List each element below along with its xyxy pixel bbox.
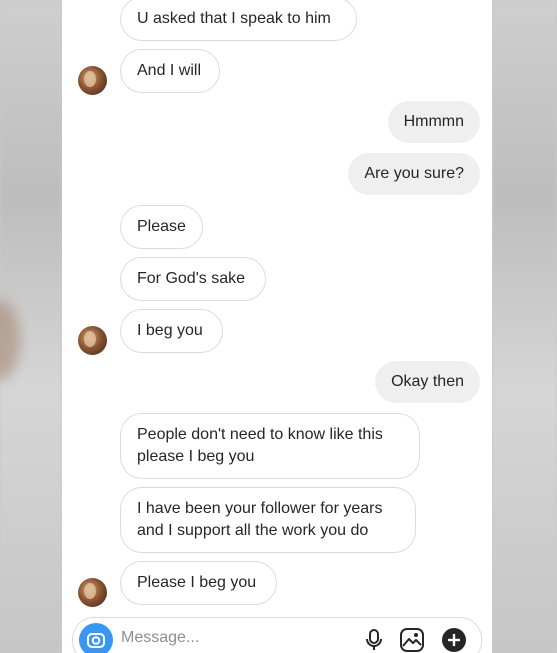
message-text: And I will (137, 62, 202, 79)
camera-icon (87, 633, 105, 648)
message-bubble-incoming[interactable]: U asked that I speak to him (120, 0, 357, 41)
message-bubble-incoming[interactable]: For God's sake (120, 257, 266, 301)
message-composer: Message... (72, 617, 482, 653)
message-bubble-outgoing[interactable]: Okay then (375, 361, 480, 403)
message-text: For God's sake (137, 270, 245, 287)
message-bubble-incoming[interactable]: I beg you (120, 309, 223, 353)
blurred-background-left (0, 0, 62, 653)
avatar[interactable] (78, 578, 107, 607)
camera-button[interactable] (79, 623, 113, 653)
chat-screen: U asked that I speak to him And I will H… (62, 0, 492, 653)
message-text: Hmmmn (403, 113, 464, 130)
message-bubble-incoming[interactable]: Please (120, 205, 203, 249)
gallery-icon[interactable] (399, 627, 425, 653)
message-text: I have been your follower for years and … (137, 500, 383, 539)
message-bubble-incoming[interactable]: I have been your follower for years and … (120, 487, 416, 553)
message-bubble-incoming[interactable]: And I will (120, 49, 220, 93)
message-bubble-outgoing[interactable]: Are you sure? (348, 153, 480, 195)
message-text: Please I beg you (137, 574, 257, 591)
message-text: U asked that I speak to him (137, 10, 331, 27)
message-text: Please (137, 218, 186, 235)
message-text: Are you sure? (364, 165, 464, 182)
message-bubble-outgoing[interactable]: Hmmmn (387, 101, 480, 143)
message-text: People don't need to know like this plea… (137, 426, 383, 465)
message-text: Okay then (391, 373, 464, 390)
message-bubble-incoming[interactable]: People don't need to know like this plea… (120, 413, 420, 479)
message-text: I beg you (137, 322, 203, 339)
add-icon[interactable] (441, 627, 467, 653)
message-bubble-incoming[interactable]: Please I beg you (120, 561, 277, 605)
message-input[interactable]: Message... (121, 629, 199, 647)
avatar[interactable] (78, 66, 107, 95)
blurred-background-right (492, 0, 557, 653)
avatar[interactable] (78, 326, 107, 355)
microphone-icon[interactable] (361, 627, 387, 653)
